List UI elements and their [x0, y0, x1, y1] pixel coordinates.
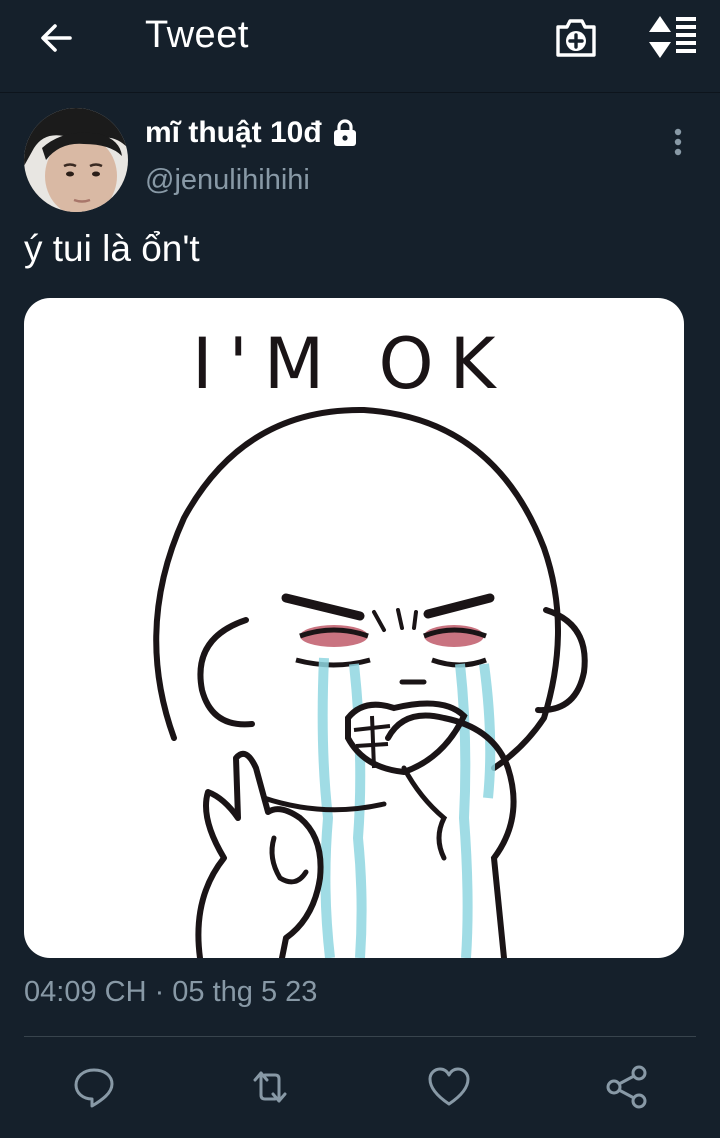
tweet-media-image[interactable]: I'M OK [24, 298, 684, 958]
share-icon[interactable] [602, 1062, 652, 1112]
tweet-timestamp[interactable]: 04:09 CH · 05 thg 5 23 [24, 976, 317, 1009]
sort-toggle-icon[interactable] [645, 14, 699, 60]
more-options-icon[interactable] [660, 124, 696, 164]
divider [24, 1036, 696, 1037]
media-caption: I'M OK [192, 323, 512, 405]
like-icon[interactable] [424, 1062, 474, 1112]
camera-add-icon[interactable] [553, 14, 599, 60]
reply-icon[interactable] [69, 1062, 119, 1112]
top-app-bar: Tweet [0, 0, 720, 93]
author-name-row: mĩ thuật 10đ [145, 116, 358, 150]
page-title: Tweet [145, 14, 249, 56]
avatar-photo [24, 108, 128, 212]
retweet-icon[interactable] [245, 1062, 295, 1112]
lock-icon [333, 119, 356, 146]
tweet-text: ý tui là ổn't [24, 228, 200, 269]
avatar[interactable] [24, 108, 128, 212]
user-handle[interactable]: @jenulihihihi [145, 164, 310, 197]
tweet-actions-bar [0, 1052, 720, 1122]
back-arrow-icon[interactable] [36, 18, 76, 58]
display-name[interactable]: mĩ thuật 10đ [145, 116, 322, 150]
